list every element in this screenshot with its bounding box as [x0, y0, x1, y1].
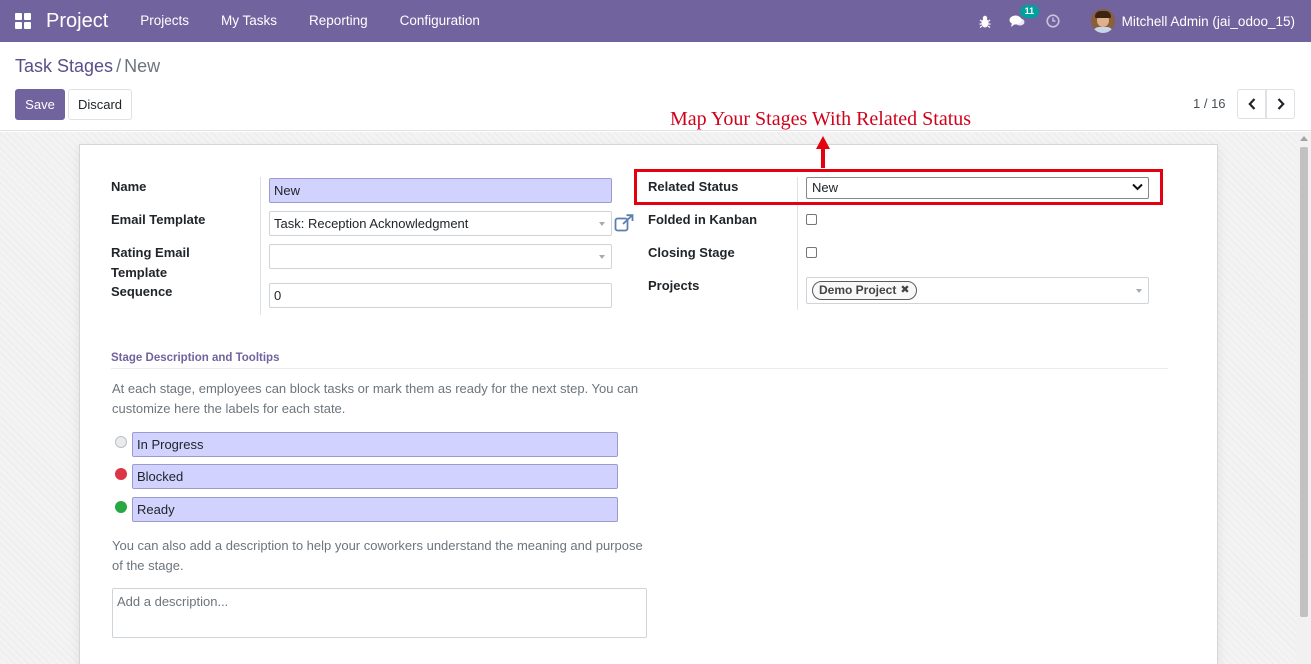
user-menu-name[interactable]: Mitchell Admin (jai_odoo_15) [1122, 14, 1295, 29]
vertical-scrollbar[interactable] [1297, 132, 1311, 664]
state-help-text: At each stage, employees can block tasks… [112, 381, 639, 416]
messaging-menu[interactable]: 11 [1009, 5, 1040, 29]
top-navbar: Project Projects My Tasks Reporting Conf… [0, 0, 1311, 42]
annotation-highlight-box [634, 169, 1163, 205]
app-name[interactable]: Project [46, 10, 108, 33]
annotation-text: Map Your Stages With Related Status [670, 108, 972, 130]
closing-stage-checkbox[interactable] [806, 247, 817, 258]
description-textarea[interactable]: Add a description... [112, 588, 647, 638]
activity-clock-icon[interactable] [1045, 13, 1061, 29]
status-green-dot-icon [115, 501, 127, 513]
name-label: Name [111, 179, 147, 194]
messages-count-badge: 11 [1019, 5, 1040, 18]
label-divider-left [260, 177, 261, 315]
breadcrumb: Task Stages / New [15, 56, 160, 77]
chevron-right-icon [1277, 98, 1285, 110]
folded-in-kanban-label: Folded in Kanban [648, 212, 758, 227]
external-link-icon[interactable] [614, 214, 634, 232]
caret-down-icon[interactable] [599, 222, 605, 226]
rating-email-template-label-line2: Template [111, 265, 168, 280]
menu-item-projects[interactable]: Projects [124, 0, 205, 42]
menu-item-reporting[interactable]: Reporting [293, 0, 384, 42]
sequence-input[interactable]: 0 [269, 283, 612, 308]
sequence-label: Sequence [111, 284, 173, 299]
main-menu: Projects My Tasks Reporting Configuratio… [124, 0, 496, 42]
projects-label: Projects [648, 278, 700, 293]
breadcrumb-separator: / [116, 56, 122, 76]
section-title: Stage Description and Tooltips [111, 352, 280, 364]
chevron-left-icon [1247, 98, 1255, 110]
rating-email-template-label-line1: Rating Email [111, 245, 190, 260]
pager-value[interactable]: 1 / 16 [1193, 96, 1226, 111]
menu-item-my-tasks[interactable]: My Tasks [205, 0, 293, 42]
blocked-label-input[interactable]: Blocked [132, 464, 618, 489]
section-divider [111, 368, 1168, 369]
email-template-value: Task: Reception Acknowledgment [274, 216, 469, 231]
ready-label-input[interactable]: Ready [132, 497, 618, 522]
discard-button[interactable]: Discard [68, 89, 132, 120]
scrollbar-thumb[interactable] [1300, 147, 1308, 617]
bug-icon[interactable] [977, 13, 993, 29]
annotation-arrow-shaft [821, 148, 825, 168]
control-panel: Task Stages / New Save Discard 1 / 16 [0, 42, 1311, 131]
in-progress-label-input[interactable]: In Progress [132, 432, 618, 457]
user-avatar[interactable] [1090, 9, 1115, 33]
name-input[interactable]: New [269, 178, 612, 203]
apps-menu-icon[interactable] [15, 13, 31, 29]
email-template-label: Email Template [111, 212, 206, 227]
remove-tag-icon[interactable]: ✖ [900, 282, 909, 299]
email-template-select[interactable]: Task: Reception Acknowledgment [269, 211, 612, 236]
closing-stage-label: Closing Stage [648, 245, 735, 260]
scroll-up-arrow-icon[interactable] [1300, 136, 1308, 141]
caret-down-icon[interactable] [1136, 289, 1142, 293]
caret-down-icon[interactable] [599, 255, 605, 259]
breadcrumb-current: New [124, 56, 161, 76]
project-tag[interactable]: Demo Project ✖ [812, 281, 917, 300]
folded-in-kanban-checkbox[interactable] [806, 214, 817, 225]
pager-previous-button[interactable] [1237, 89, 1266, 119]
status-red-dot-icon [115, 468, 127, 480]
breadcrumb-task-stages[interactable]: Task Stages [15, 56, 113, 76]
pager-next-button[interactable] [1266, 89, 1295, 119]
description-help-text: You can also add a description to help y… [112, 538, 643, 573]
status-grey-dot-icon [115, 436, 127, 448]
navbar-systray: 11 Mitchell Admin (jai_odoo_15) [977, 0, 1311, 42]
projects-many2many-field[interactable]: Demo Project ✖ [806, 277, 1149, 304]
menu-item-configuration[interactable]: Configuration [384, 0, 496, 42]
save-button[interactable]: Save [15, 89, 65, 120]
rating-email-template-select[interactable] [269, 244, 612, 269]
project-tag-label: Demo Project [819, 283, 897, 297]
